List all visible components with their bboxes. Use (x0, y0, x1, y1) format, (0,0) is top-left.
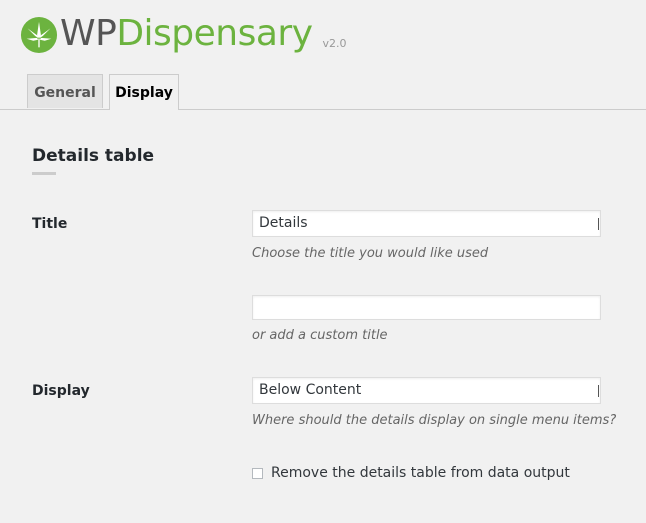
logo-text-dispensary: Dispensary (116, 13, 313, 54)
custom-title-description: or add a custom title (252, 328, 388, 343)
display-select[interactable]: Below Content (252, 377, 601, 404)
header: WP Dispensary v2.0 (20, 14, 347, 54)
remove-details-table-checkbox[interactable] (252, 468, 263, 479)
display-label: Display (32, 383, 90, 399)
cannabis-leaf-icon (20, 16, 58, 54)
settings-tabs: General Display (0, 74, 646, 110)
title-select[interactable]: Details (252, 210, 601, 237)
title-label: Title (32, 216, 68, 232)
tab-general[interactable]: General (27, 74, 103, 108)
remove-details-table-label[interactable]: Remove the details table from data outpu… (271, 465, 570, 481)
display-description: Where should the details display on sing… (252, 413, 617, 428)
section-title-underline (32, 172, 56, 175)
section-title: Details table (32, 146, 155, 166)
logo-text-wp: WP (60, 13, 117, 54)
custom-title-input[interactable] (252, 295, 601, 320)
title-select-description: Choose the title you would like used (252, 246, 489, 261)
tab-display[interactable]: Display (109, 74, 179, 110)
version-label: v2.0 (322, 37, 347, 50)
